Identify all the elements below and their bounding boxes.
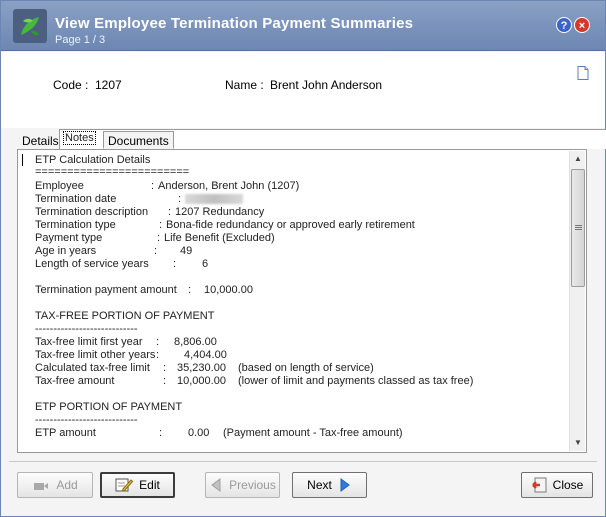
row-note: (based on length of service) [238,362,374,374]
row-value: 35,230.00 [177,362,226,374]
close-button-label: Close [552,478,584,492]
row-sep: : [159,427,163,439]
tab-documents[interactable]: Documents [103,131,174,149]
row-sep: : [156,349,160,361]
row-label: Calculated tax-free limit [35,362,150,374]
leaf-logo-icon [13,9,47,43]
window-close-button[interactable]: × [574,17,590,33]
help-button[interactable]: ? [556,17,572,33]
row-sep: : [157,232,161,244]
name-value: Brent John Anderson [270,78,383,92]
row-value: 8,806.00 [174,336,217,348]
row-sep: : [151,180,155,192]
grip-icon [575,225,582,226]
row-value: 1207 Redundancy [175,206,265,218]
arrow-left-icon [211,478,221,492]
tab-details[interactable]: Details [17,131,64,149]
row-sep: : [173,258,177,270]
close-button[interactable]: Close [521,472,593,498]
section-underline: ---------------------------- [35,414,138,426]
row-label: Length of service years [35,258,149,270]
row-sep: : [168,206,172,218]
app-window: View Employee Termination Payment Summar… [0,0,606,517]
arrow-right-icon [340,478,350,492]
row-label: ETP amount [35,427,96,439]
scroll-thumb[interactable] [571,169,585,287]
notes-heading: ETP Calculation Details [35,154,151,166]
notes-textarea[interactable]: ETP Calculation Details ================… [18,150,568,452]
row-sep: : [159,219,163,231]
row-value: Life Benefit (Excluded) [164,232,275,244]
row-sep: : [163,375,167,387]
row-value: 0.00 [188,427,210,439]
row-value: Bona-fide redundancy or approved early r… [166,219,415,231]
window-title: View Employee Termination Payment Summar… [55,15,414,32]
add-button-label: Add [56,478,78,492]
row-sep: : [188,284,192,296]
row-value: Anderson, Brent John (1207) [158,180,300,192]
row-label: Employee [35,180,84,192]
vertical-scrollbar[interactable]: ▲ ▼ [569,151,585,451]
add-user-icon [34,483,49,490]
row-value: 6 [202,258,209,270]
notes-underline: ======================== [35,166,190,178]
title-bar: View Employee Termination Payment Summar… [1,1,605,51]
row-sep: : [163,362,167,374]
row-note: (lower of limit and payments classed as … [238,375,474,387]
row-sep: : [156,336,160,348]
code-label: Code : [53,78,89,92]
row-label: Termination payment amount [35,284,177,296]
row-sep: : [154,245,158,257]
row-value: 10,000.00 [177,375,226,387]
document-icon[interactable] [577,66,589,80]
next-button[interactable]: Next [292,472,367,498]
scroll-down-icon[interactable]: ▼ [570,435,586,451]
redacted-date [185,194,243,204]
edit-button[interactable]: Edit [100,472,175,498]
add-button[interactable]: Add [17,472,93,498]
name-label: Name : [225,78,264,92]
text-caret [22,154,23,166]
row-label: Tax-free limit other years [35,349,156,361]
section-underline: ---------------------------- [35,323,138,335]
row-label: Termination date [35,193,117,205]
row-note: (Payment amount - Tax-free amount) [223,427,403,439]
row-label: Payment type [35,232,103,244]
code-value: 1207 [95,78,122,92]
row-value: 4,404.00 [184,349,227,361]
notes-panel: ETP Calculation Details ================… [17,149,587,453]
row-label: Tax-free amount [35,375,115,387]
edit-pencil-icon [115,478,134,492]
previous-button[interactable]: Previous [205,472,280,498]
scroll-up-icon[interactable]: ▲ [570,151,586,167]
row-label: Termination type [35,219,116,231]
row-label: Tax-free limit first year [35,336,143,348]
previous-button-label: Previous [229,478,276,492]
section-heading: TAX-FREE PORTION OF PAYMENT [35,310,215,322]
row-label: Age in years [35,245,97,257]
edit-button-label: Edit [139,478,160,492]
row-value: 10,000.00 [204,284,253,296]
row-sep: : [178,193,182,205]
employee-info: Code : 1207 Name : Brent John Anderson [1,52,605,128]
page-indicator: Page 1 / 3 [55,34,106,46]
row-label: Termination description [35,206,149,218]
tab-notes-label: Notes [63,131,96,145]
section-heading: ETP PORTION OF PAYMENT [35,401,183,413]
row-value: 49 [180,245,193,257]
next-button-label: Next [307,478,332,492]
close-exit-icon [531,477,547,493]
button-divider [9,461,597,462]
